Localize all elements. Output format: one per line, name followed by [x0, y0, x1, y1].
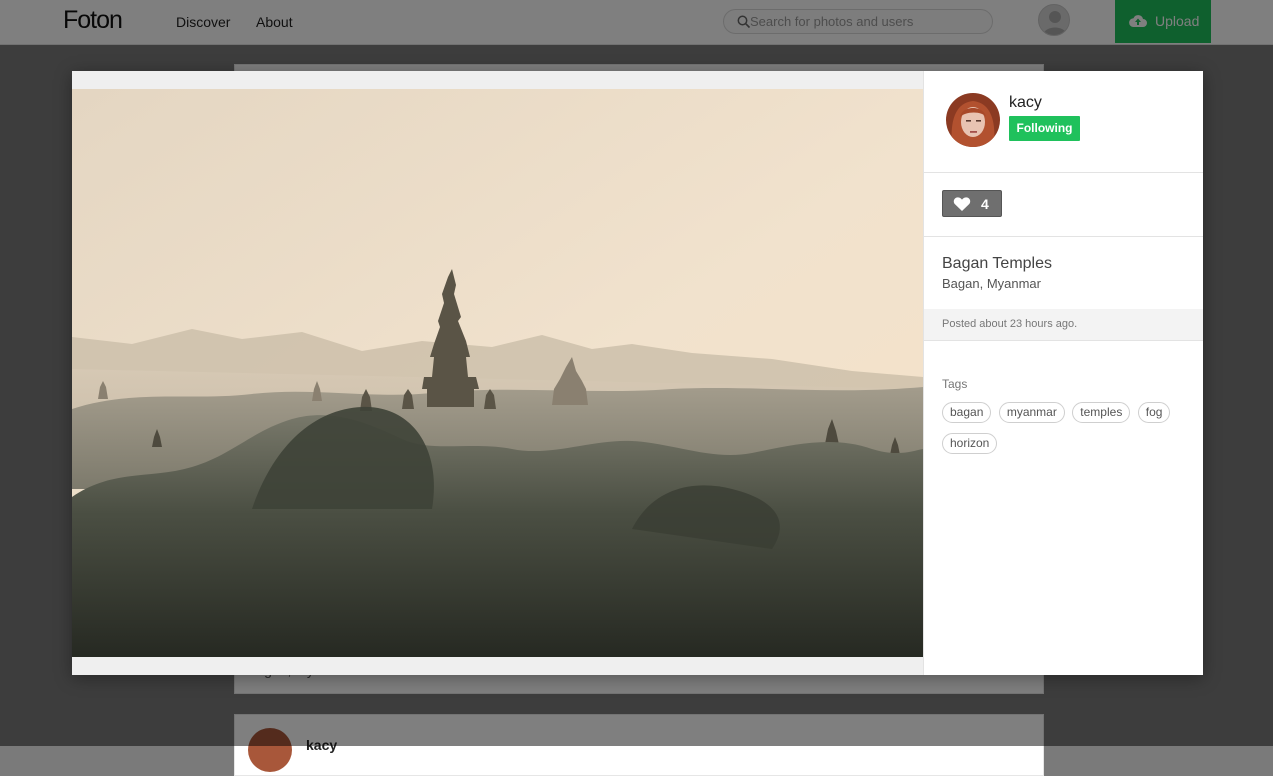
avatar[interactable]: [946, 93, 1000, 147]
posted-time: Posted about 23 hours ago.: [942, 318, 1078, 330]
photo-modal: kacy Following 4 Bagan Temples Bagan, My…: [72, 71, 1203, 675]
following-button[interactable]: Following: [1009, 116, 1080, 141]
username[interactable]: kacy: [1009, 94, 1042, 112]
photo-location: Bagan, Myanmar: [942, 276, 1041, 291]
photo-sidebar: kacy Following 4 Bagan Temples Bagan, My…: [923, 71, 1203, 675]
like-button[interactable]: 4: [942, 190, 1002, 217]
heart-icon: [953, 197, 971, 211]
like-section: 4: [924, 172, 1203, 237]
tags-list: bagan myanmar temples fog horizon: [942, 402, 1192, 464]
tag-bagan[interactable]: bagan: [942, 402, 992, 423]
tag-myanmar[interactable]: myanmar: [998, 402, 1065, 423]
photo-area: [72, 71, 923, 675]
photo-image[interactable]: [72, 89, 923, 657]
like-count: 4: [981, 196, 989, 212]
posted-info: Posted about 23 hours ago.: [924, 309, 1203, 341]
tag-horizon[interactable]: horizon: [942, 433, 998, 454]
photo-title: Bagan Temples: [942, 255, 1052, 272]
photo-info: Bagan Temples Bagan, Myanmar: [924, 236, 1203, 310]
tag-temples[interactable]: temples: [1072, 402, 1131, 423]
tag-fog[interactable]: fog: [1137, 402, 1171, 423]
user-section: kacy Following: [924, 71, 1203, 173]
tags-heading: Tags: [942, 377, 968, 391]
